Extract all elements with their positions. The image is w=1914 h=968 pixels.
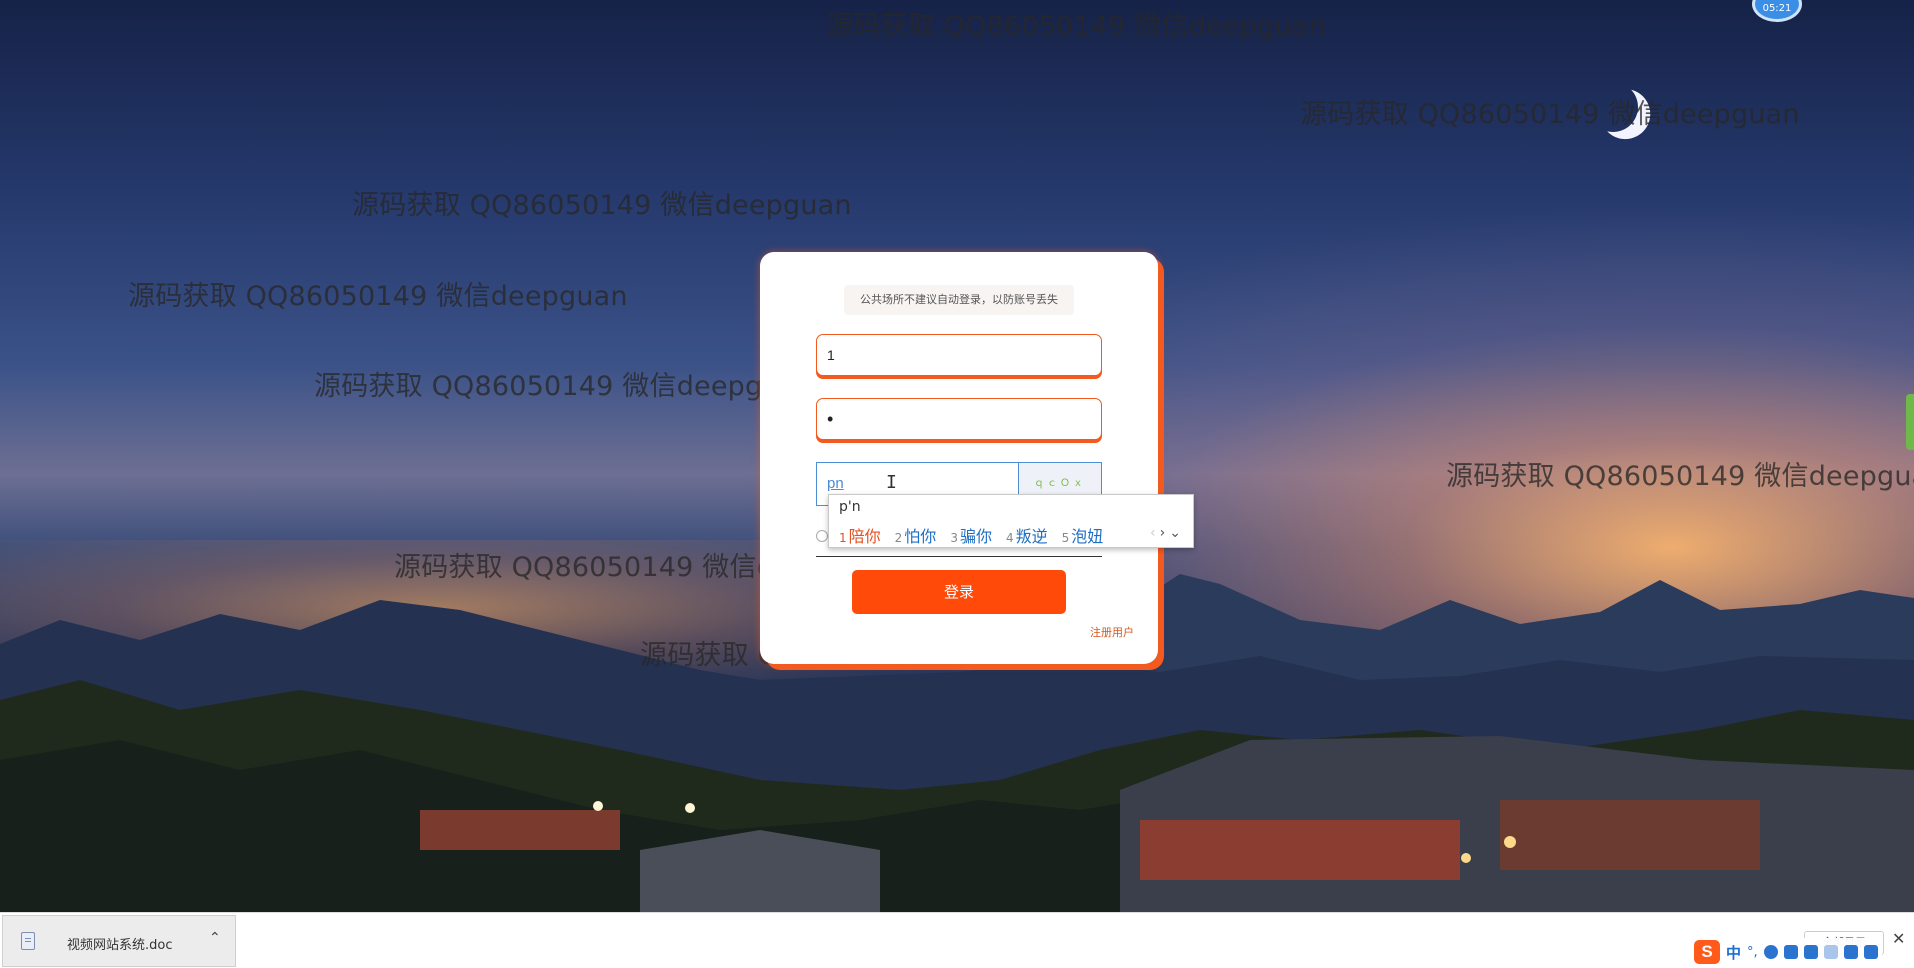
auto-login-notice: 公共场所不建议自动登录，以防账号丢失 (844, 285, 1074, 315)
punctuation-toggle[interactable]: °, (1747, 945, 1758, 960)
download-file-name: 视频网站系统.doc (67, 938, 173, 953)
password-field[interactable]: • (816, 398, 1102, 440)
ime-next-page-icon[interactable]: › (1160, 525, 1170, 541)
close-download-bar-icon[interactable]: ✕ (1892, 929, 1905, 948)
ime-candidate[interactable]: 2 怕你 (895, 523, 937, 547)
watermark-text: 源码获取 QQ86050149 微信deepguan (128, 281, 628, 312)
watermark-text: 源码获取 QQ86050149 微信deepguan (314, 371, 814, 402)
ime-candidate[interactable]: 4 叛逆 (1006, 523, 1048, 547)
ime-mode-toggle[interactable]: 中 (1726, 942, 1741, 963)
user-icon[interactable] (1823, 945, 1838, 959)
toolbox-icon[interactable] (1863, 945, 1878, 959)
ime-status-bar: S 中 °, (1690, 938, 1882, 966)
register-link[interactable]: 注册用户 (1090, 624, 1134, 640)
ime-prev-page-icon[interactable]: ‹ (1150, 525, 1160, 541)
watermark-text: 源码获取 QQ86050149 微信deepguan (352, 190, 852, 221)
ime-composition: p'n (839, 499, 861, 515)
watermark-text: 源码获取 QQ86050149 微信deepguan (1446, 461, 1914, 492)
chevron-up-icon[interactable]: ⌃ (209, 930, 221, 946)
watermark-text: 源码获取 QQ86050149 微信deepguan (826, 11, 1326, 42)
login-card: 公共场所不建议自动登录，以防账号丢失 1 • pn ｑｃＯｘ I 登录 注册用户 (760, 252, 1158, 664)
ime-candidate[interactable]: 3 骗你 (950, 523, 992, 547)
sogou-logo-icon[interactable]: S (1694, 940, 1720, 964)
document-file-icon (21, 932, 35, 950)
microphone-icon[interactable] (1783, 945, 1798, 959)
text-cursor-icon: I (886, 472, 897, 493)
skin-icon[interactable] (1843, 945, 1858, 959)
ime-candidate-popup: p'n 1 陪你 2 怕你 3 骗你 4 叛逆 5 泡妞 ‹›⌄ (828, 494, 1194, 548)
username-field[interactable]: 1 (816, 334, 1102, 376)
ime-candidate[interactable]: 5 泡妞 (1062, 523, 1104, 547)
keyboard-icon[interactable] (1803, 945, 1818, 959)
captcha-image-text: ｑｃＯｘ (1034, 478, 1086, 489)
emoji-icon[interactable] (1763, 945, 1778, 959)
download-item[interactable]: 视频网站系统.doc ⌃ (2, 915, 236, 967)
download-bar: 视频网站系统.doc ⌃ 全部显示 ✕ (0, 912, 1914, 968)
side-panel-tab[interactable] (1906, 394, 1914, 450)
ime-page-nav: ‹›⌄ (1150, 525, 1185, 541)
ime-candidate-list: 1 陪你 2 怕你 3 骗你 4 叛逆 5 泡妞 (839, 523, 1103, 547)
divider (816, 556, 1102, 557)
ime-candidate[interactable]: 1 陪你 (839, 523, 881, 547)
login-button[interactable]: 登录 (852, 570, 1066, 614)
ime-expand-icon[interactable]: ⌄ (1169, 525, 1185, 541)
remember-me-radio[interactable] (816, 530, 828, 542)
watermark-text: 源码获取 QQ86050149 微信deepguan (1300, 99, 1800, 130)
